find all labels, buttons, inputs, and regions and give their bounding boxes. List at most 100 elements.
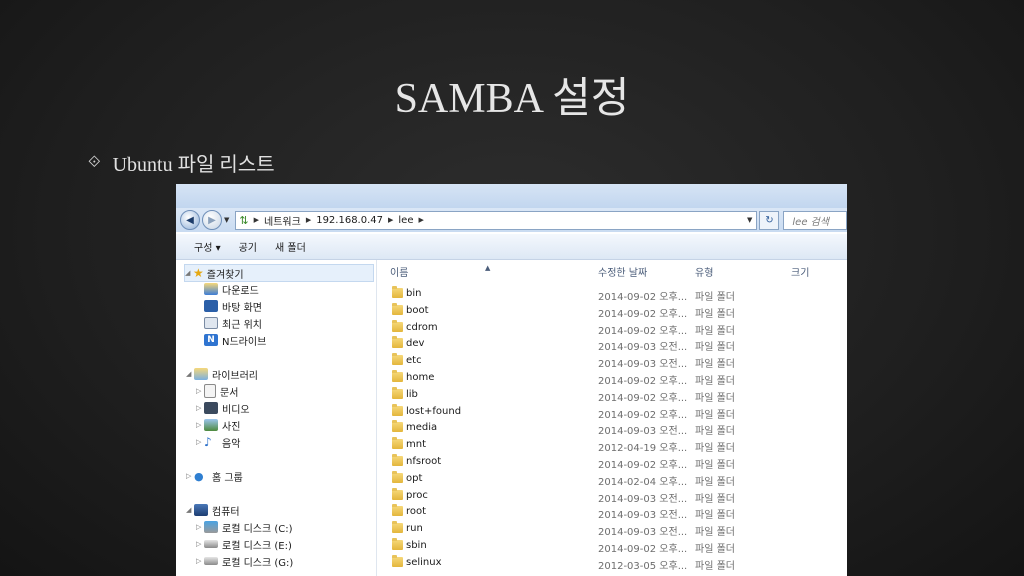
file-name[interactable]: cdrom [406,322,438,333]
recent-pages-dropdown[interactable]: ▼ [224,216,229,224]
nav-item-drive-c[interactable]: ▷ 로컬 디스크 (C:) [196,519,293,535]
address-input[interactable]: ⇅ ▶ 네트워크 ▶ 192.168.0.47 ▶ lee ▶ ▼ [235,210,758,230]
file-row[interactable]: root 2014-09-03 오전... 파일 폴더 [377,504,847,522]
collapsed-arrow-icon[interactable]: ▷ [186,472,194,480]
folder-icon [392,521,403,534]
file-row[interactable]: sbin 2014-09-02 오후... 파일 폴더 [377,538,847,555]
nav-item-pictures[interactable]: ▷ 사진 [196,417,240,433]
file-name[interactable]: opt [406,473,422,484]
breadcrumb-host[interactable]: 192.168.0.47 [316,215,383,226]
file-name[interactable]: mnt [406,439,426,450]
file-name[interactable]: media [406,422,437,433]
file-name[interactable]: lib [406,389,418,400]
column-name[interactable]: 이름 [390,264,408,279]
file-name[interactable]: root [406,506,426,517]
nav-item-ndrive[interactable]: N N드라이브 [204,332,266,348]
collapsed-arrow-icon[interactable]: ▷ [196,540,204,548]
nav-homegroup[interactable]: ▷ ● 홈 그룹 [186,468,243,484]
breadcrumb-folder[interactable]: lee [398,215,413,226]
pictures-icon [204,419,218,431]
collapsed-arrow-icon[interactable]: ▷ [196,387,204,395]
nav-item-drive-e[interactable]: ▷ 로컬 디스크 (E:) [196,536,292,552]
column-date[interactable]: 수정한 날짜 [598,264,647,279]
file-type: 파일 폴더 [695,443,735,455]
file-name[interactable]: lost+found [406,406,461,417]
nav-item-desktop[interactable]: 바탕 화면 [204,298,262,314]
file-name[interactable]: run [406,523,423,534]
nav-computer[interactable]: ◢ 컴퓨터 [186,502,240,518]
nav-item-drive-g[interactable]: ▷ 로컬 디스크 (G:) [196,553,293,569]
file-date: 2014-09-03 오전... [598,510,688,522]
file-row[interactable]: lib 2014-09-02 오후... 파일 폴더 [377,386,847,404]
expand-arrow-icon[interactable]: ◢ [186,370,194,378]
file-row[interactable]: lost+found 2014-09-02 오후... 파일 폴더 [377,403,847,421]
file-name[interactable]: home [406,372,434,383]
chevron-right-icon[interactable]: ▶ [388,216,393,224]
file-row[interactable]: nfsroot 2014-09-02 오후... 파일 폴더 [377,454,847,471]
computer-icon [194,504,208,516]
nav-libraries[interactable]: ◢ 라이브러리 [186,366,258,382]
file-date: 2014-09-02 오후... [598,292,688,303]
nav-favorites[interactable]: ◢ ★ 즐겨찾기 [184,264,374,282]
nav-item-documents[interactable]: ▷ 문서 [196,383,238,399]
breadcrumb-network[interactable]: 네트워크 [264,213,301,228]
column-size[interactable]: 크기 [791,264,809,279]
nav-item-recent[interactable]: 최근 위치 [204,315,262,331]
collapsed-arrow-icon[interactable]: ▷ [196,421,204,429]
new-folder-button[interactable]: 새 폴더 [275,239,306,254]
folder-icon [392,470,403,483]
nav-item-downloads[interactable]: 다운로드 [204,281,259,297]
collapsed-arrow-icon[interactable]: ▷ [196,523,204,531]
collapsed-arrow-icon[interactable]: ▷ [196,557,204,565]
expand-arrow-icon[interactable]: ◢ [185,269,193,277]
file-date: 2014-09-03 오전... [598,359,688,371]
collapsed-arrow-icon[interactable]: ▷ [196,404,204,412]
file-name[interactable]: selinux [406,557,442,568]
bullet-icon: ⟐ [88,153,101,171]
file-row[interactable]: etc 2014-09-03 오전... 파일 폴더 [377,353,847,371]
file-name[interactable]: dev [406,338,424,349]
file-row[interactable]: boot 2014-09-02 오후... 파일 폴더 [377,302,847,320]
nav-label: 로컬 디스크 (G:) [222,557,294,569]
nav-item-music[interactable]: ▷ ♪ 음악 [196,434,240,450]
back-button[interactable]: ◀ [180,210,200,230]
share-button[interactable]: 공기 [239,239,257,254]
nav-item-videos[interactable]: ▷ 비디오 [196,400,250,416]
chevron-right-icon[interactable]: ▶ [306,216,311,224]
file-row[interactable]: opt 2014-02-04 오후... 파일 폴더 [377,470,847,488]
column-type[interactable]: 유형 [695,264,713,279]
file-row[interactable]: selinux 2012-03-05 오후... 파일 폴더 [377,554,847,572]
file-row[interactable]: dev 2014-09-03 오전... 파일 폴더 [377,336,847,353]
downloads-icon [204,283,218,295]
file-name[interactable]: boot [406,305,429,316]
file-name[interactable]: nfsroot [406,456,441,467]
forward-button[interactable]: ▶ [202,210,222,230]
file-row[interactable]: home 2014-09-02 오후... 파일 폴더 [377,370,847,387]
address-dropdown-icon[interactable]: ▼ [747,216,752,224]
file-type: 파일 폴더 [695,493,735,505]
file-name[interactable]: etc [406,355,422,366]
file-row[interactable]: mnt 2012-04-19 오후... 파일 폴더 [377,437,847,455]
collapsed-arrow-icon[interactable]: ▷ [196,438,204,446]
file-row[interactable]: media 2014-09-03 오전... 파일 폴더 [377,420,847,437]
file-type: 파일 폴더 [695,409,735,421]
file-name[interactable]: bin [406,288,421,299]
file-row[interactable]: cdrom 2014-09-02 오후... 파일 폴더 [377,319,847,337]
chevron-right-icon[interactable]: ▶ [418,216,423,224]
file-name[interactable]: proc [406,490,428,501]
expand-arrow-icon[interactable]: ◢ [186,506,194,514]
chevron-right-icon[interactable]: ▶ [254,216,259,224]
file-row[interactable]: bin 2014-09-02 오후... 파일 폴더 [377,286,847,303]
nav-label: 문서 [220,387,239,399]
file-row[interactable]: proc 2014-09-03 오전... 파일 폴더 [377,487,847,505]
search-input[interactable]: lee 검색 [783,210,847,230]
refresh-button[interactable]: ↻ [759,210,780,230]
file-type: 파일 폴더 [695,376,735,387]
nav-label: 홈 그룹 [212,472,243,484]
file-name[interactable]: sbin [406,540,427,551]
nav-label: 최근 위치 [222,319,262,331]
organize-button[interactable]: 구성 ▾ [194,239,221,254]
file-row[interactable]: run 2014-09-03 오전... 파일 폴더 [377,521,847,538]
file-date: 2014-09-02 오후... [598,376,688,387]
folder-icon [392,336,403,349]
